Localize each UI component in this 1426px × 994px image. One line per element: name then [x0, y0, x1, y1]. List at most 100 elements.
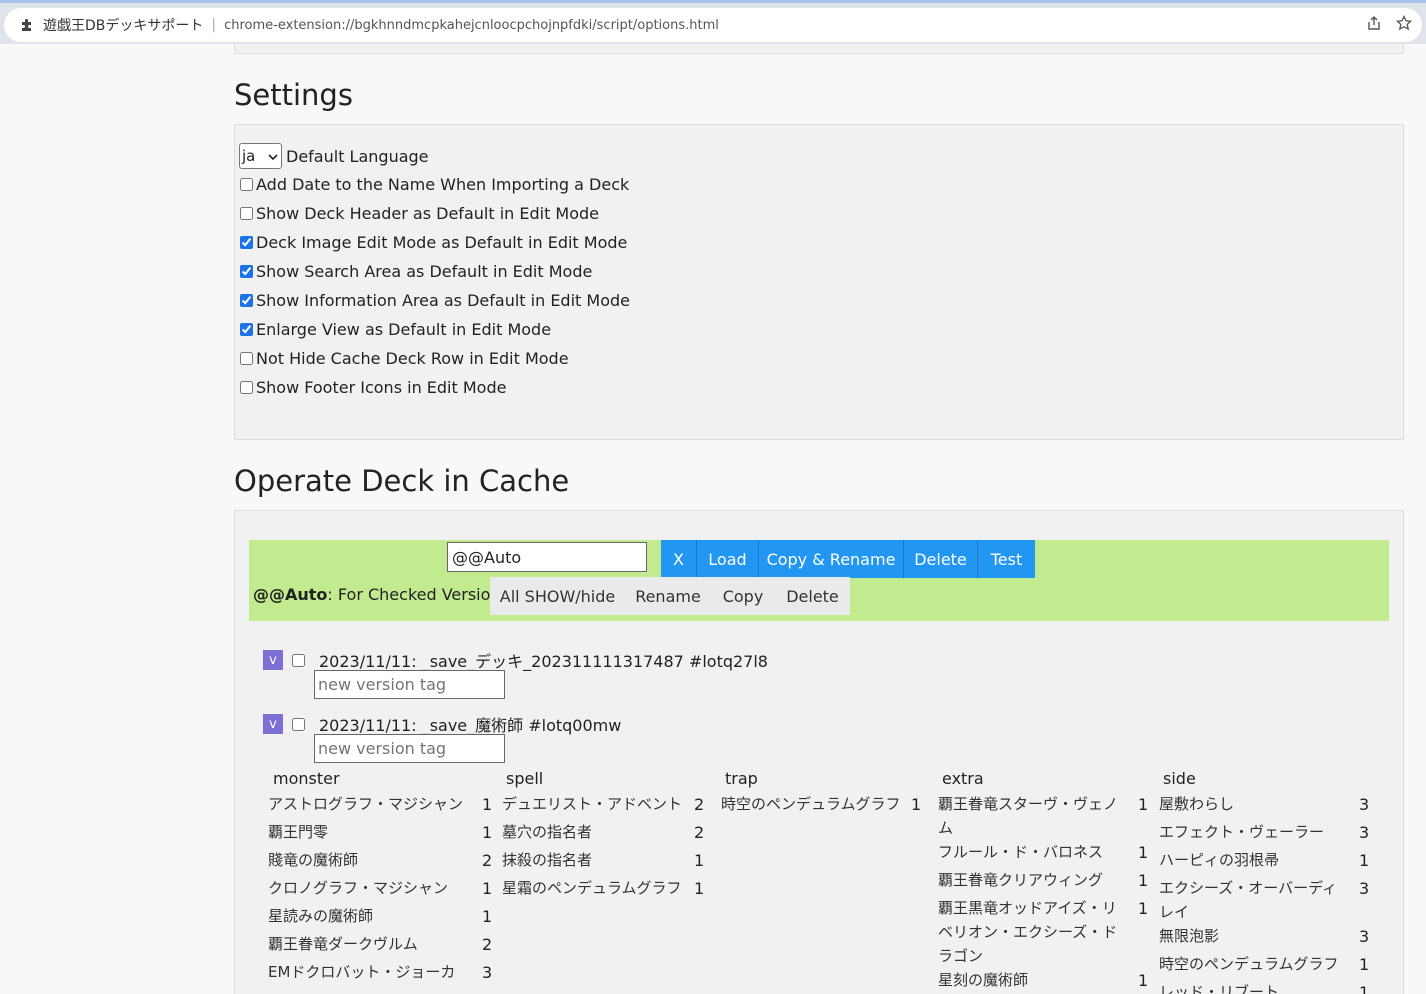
option-show-deck-header[interactable]: Show Deck Header as Default in Edit Mode [239, 204, 599, 223]
card-name: アストログラフ・マジシャン [268, 795, 464, 813]
browser-toolbar: 遊戯王DBデッキサポート | chrome-extension://bgkhnn… [0, 0, 1426, 44]
option-not-hide-cache-row[interactable]: Not Hide Cache Deck Row in Edit Mode [239, 349, 569, 368]
all-show-hide-button[interactable]: All SHOW/hide [490, 577, 625, 615]
card-name: デュエリスト・アドベント [502, 795, 683, 813]
card-name: 星霜のペンデュラムグラフ [502, 879, 682, 897]
card-count: 3 [1359, 879, 1370, 898]
card-count: 2 [694, 795, 705, 814]
card-name: クロノグラフ・マジシャン [268, 879, 449, 897]
card-name: 覇王黒竜オッドアイズ・リ [938, 899, 1117, 917]
option-checkbox[interactable] [240, 294, 253, 307]
option-checkbox[interactable] [240, 265, 253, 278]
previous-panel-edge [234, 44, 1404, 54]
card-count: 2 [694, 823, 705, 842]
cache-toolbar: X Load Copy & Rename Delete Test @@Auto:… [249, 540, 1389, 621]
spell-column-header: spell [506, 769, 544, 788]
puzzle-extension-icon [20, 18, 34, 32]
card-count: 2 [482, 851, 493, 870]
option-checkbox[interactable] [240, 178, 253, 191]
card-count: 3 [1359, 927, 1370, 946]
trap-column-header: trap [725, 769, 758, 788]
monster-column-header: monster [273, 769, 340, 788]
delete-version-button[interactable]: Delete [775, 577, 850, 615]
option-checkbox[interactable] [240, 381, 253, 394]
options-page[interactable]: Settings ja Default Language Add Date to… [0, 44, 1426, 994]
card-name-continued: レイ [1159, 903, 1190, 921]
card-count: 1 [482, 907, 493, 926]
test-button[interactable]: Test [978, 540, 1035, 578]
card-count: 1 [694, 879, 705, 898]
card-count: 1 [482, 879, 493, 898]
card-count: 1 [1359, 851, 1370, 870]
card-name: レッド・リブート [1159, 983, 1280, 994]
card-name: エクシーズ・オーバーディ [1159, 879, 1338, 897]
option-checkbox[interactable] [240, 236, 253, 249]
card-count: 3 [1359, 795, 1370, 814]
cache-title: Operate Deck in Cache [234, 464, 570, 498]
site-name: 遊戯王DBデッキサポート [43, 18, 204, 34]
version-tag-input[interactable] [314, 670, 505, 699]
card-count: 1 [1138, 971, 1149, 990]
chevron-down-icon [268, 147, 278, 165]
load-button[interactable]: Load [697, 540, 759, 578]
address-divider: | [211, 17, 217, 33]
copy-rename-button[interactable]: Copy & Rename [759, 540, 904, 578]
option-show-footer-icons[interactable]: Show Footer Icons in Edit Mode [239, 378, 506, 397]
card-count: 2 [482, 935, 493, 954]
option-add-date[interactable]: Add Date to the Name When Importing a De… [239, 175, 629, 194]
address-bar[interactable]: 遊戯王DBデッキサポート | chrome-extension://bgkhnn… [4, 8, 1422, 42]
card-name: 覇王門零 [268, 823, 329, 841]
deck-row: v 2023/11/11: _save_デッキ_202311111317487 … [263, 648, 768, 672]
card-count: 1 [1359, 955, 1370, 974]
card-count: 3 [482, 963, 493, 982]
card-count: 1 [694, 851, 705, 870]
x-button[interactable]: X [661, 540, 697, 578]
option-show-info-area[interactable]: Show Information Area as Default in Edit… [239, 291, 630, 310]
side-column-header: side [1163, 769, 1196, 788]
card-name: 屋敷わらし [1159, 795, 1235, 813]
card-name: 無限泡影 [1159, 927, 1220, 945]
language-row: ja Default Language [239, 143, 429, 169]
card-count: 1 [1138, 871, 1149, 890]
card-name: 賤竜の魔術師 [268, 851, 359, 869]
settings-panel: ja Default Language Add Date to the Name… [234, 124, 1404, 440]
option-checkbox[interactable] [240, 207, 253, 220]
language-label: Default Language [286, 146, 429, 166]
card-name: 時空のペンデュラムグラフ [721, 795, 901, 813]
card-name: 覇王眷竜スターヴ・ヴェノ [938, 795, 1119, 813]
deck-name-input[interactable] [447, 542, 647, 572]
extra-column-header: extra [942, 769, 984, 788]
card-count: 1 [482, 823, 493, 842]
rename-button[interactable]: Rename [625, 577, 711, 615]
card-name: ハーピィの羽根帚 [1159, 851, 1280, 869]
card-count: 1 [1138, 795, 1149, 814]
copy-button[interactable]: Copy [711, 577, 775, 615]
version-toggle-button[interactable]: v [263, 650, 283, 670]
option-checkbox[interactable] [240, 352, 253, 365]
option-checkbox[interactable] [240, 323, 253, 336]
share-icon[interactable] [1366, 15, 1382, 35]
cache-panel: X Load Copy & Rename Delete Test @@Auto:… [234, 510, 1404, 994]
card-name: 星刻の魔術師 [938, 971, 1029, 989]
url-text[interactable]: chrome-extension://bgkhnndmcpkahejcnlooc… [224, 18, 719, 33]
card-name: エフェクト・ヴェーラー [1159, 823, 1325, 841]
star-icon[interactable] [1395, 14, 1413, 35]
option-show-search-area[interactable]: Show Search Area as Default in Edit Mode [239, 262, 592, 281]
deck-checkbox[interactable] [292, 717, 305, 731]
delete-button[interactable]: Delete [904, 540, 978, 578]
deck-row: v 2023/11/11: _save_魔術師 #lotq00mw [263, 712, 621, 736]
deck-checkbox[interactable] [292, 653, 305, 667]
language-select[interactable]: ja [239, 143, 282, 169]
card-name-continued: ラゴン [938, 947, 984, 965]
card-name: 墓穴の指名者 [502, 823, 593, 841]
option-deck-image-edit[interactable]: Deck Image Edit Mode as Default in Edit … [239, 233, 627, 252]
deck-name: 2023/11/11: _save_魔術師 #lotq00mw [319, 716, 622, 735]
version-toggle-button[interactable]: v [263, 714, 283, 734]
version-tag-input[interactable] [314, 734, 505, 763]
card-name: 星読みの魔術師 [268, 907, 374, 925]
card-name-continued: ム [938, 819, 954, 837]
deck-name: 2023/11/11: _save_デッキ_202311111317487 #l… [319, 652, 768, 671]
card-name: フルール・ド・バロネス [938, 843, 1104, 861]
card-count: 1 [482, 795, 493, 814]
option-enlarge-view[interactable]: Enlarge View as Default in Edit Mode [239, 320, 551, 339]
